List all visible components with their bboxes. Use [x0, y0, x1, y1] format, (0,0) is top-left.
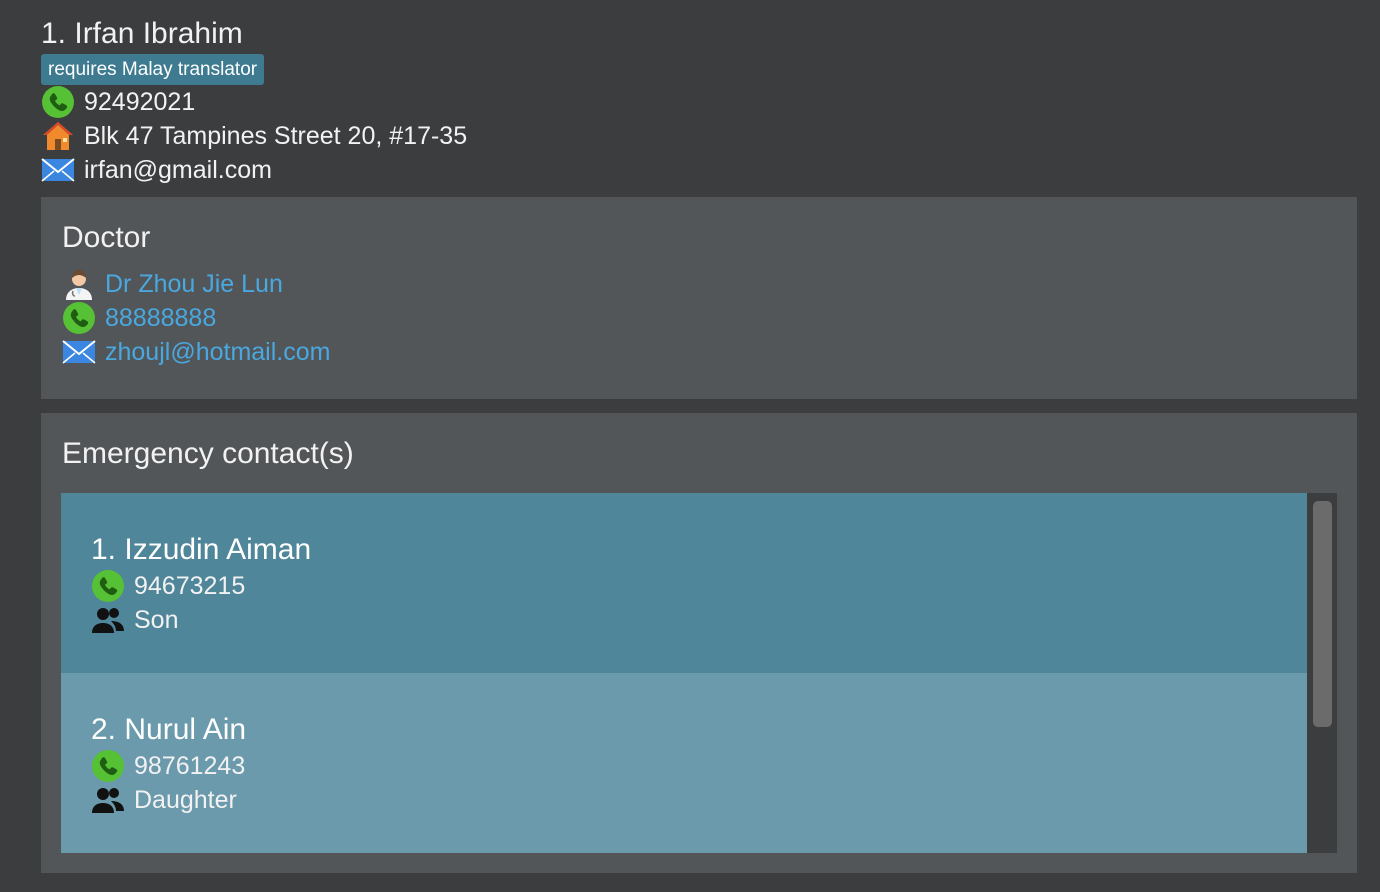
list-item[interactable]: 2. Nurul Ain 98761243 Daughter — [61, 673, 1307, 853]
doctor-phone-row[interactable]: 88888888 — [62, 301, 330, 335]
patient-email: irfan@gmail.com — [84, 155, 272, 184]
patient-detail-panel: 1. Irfan Ibrahim requires Malay translat… — [0, 0, 1380, 892]
patient-tag: requires Malay translator — [41, 54, 265, 85]
patient-address: Blk 47 Tampines Street 20, #17-35 — [84, 121, 468, 150]
list-item[interactable]: 1. Izzudin Aiman 94673215 Son — [61, 493, 1307, 673]
contact-relation: Daughter — [134, 785, 237, 814]
doctor-email-row[interactable]: zhoujl@hotmail.com — [62, 335, 330, 369]
phone-icon — [91, 569, 125, 603]
contact-name: 1. Izzudin Aiman — [91, 533, 312, 566]
envelope-icon — [62, 335, 96, 369]
contact-relation: Son — [134, 605, 179, 634]
patient-phone: 92492021 — [84, 87, 196, 116]
patient-phone-row: 92492021 — [41, 85, 467, 119]
doctor-phone[interactable]: 88888888 — [105, 304, 216, 333]
patient-email-row: irfan@gmail.com — [41, 153, 467, 187]
contact-name: 2. Nurul Ain — [91, 713, 247, 746]
patient-name: 1. Irfan Ibrahim — [41, 17, 243, 50]
phone-icon — [91, 749, 125, 783]
contact-phone: 98761243 — [134, 751, 246, 780]
phone-icon — [62, 301, 96, 335]
contact-relation-row: Son — [91, 603, 1307, 637]
people-icon — [91, 783, 125, 817]
contact-phone-row: 98761243 — [91, 749, 1307, 783]
emergency-contacts-card: Emergency contact(s) 1. Izzudin Aiman 94… — [41, 413, 1357, 873]
emergency-section-title: Emergency contact(s) — [62, 437, 354, 470]
scrollbar-thumb[interactable] — [1313, 501, 1332, 727]
doctor-name-row[interactable]: Dr Zhou Jie Lun — [62, 267, 330, 301]
contact-phone: 94673215 — [134, 571, 246, 600]
doctor-card: Doctor Dr Zhou Jie Lun 88888888 zhoujl@h… — [41, 197, 1357, 399]
doctor-email[interactable]: zhoujl@hotmail.com — [105, 338, 330, 367]
emergency-contact-list[interactable]: 1. Izzudin Aiman 94673215 Son 2. Nurul A… — [61, 493, 1337, 853]
doctor-name[interactable]: Dr Zhou Jie Lun — [105, 270, 283, 299]
home-icon — [41, 119, 75, 153]
people-icon — [91, 603, 125, 637]
contact-relation-row: Daughter — [91, 783, 1307, 817]
envelope-icon — [41, 153, 75, 187]
contact-phone-row: 94673215 — [91, 569, 1307, 603]
patient-address-row: Blk 47 Tampines Street 20, #17-35 — [41, 119, 467, 153]
patient-header: 1. Irfan Ibrahim requires Malay translat… — [41, 14, 467, 187]
phone-icon — [41, 85, 75, 119]
vertical-scrollbar[interactable] — [1307, 493, 1337, 853]
doctor-section-title: Doctor — [62, 221, 151, 254]
doctor-avatar-icon — [62, 267, 96, 301]
